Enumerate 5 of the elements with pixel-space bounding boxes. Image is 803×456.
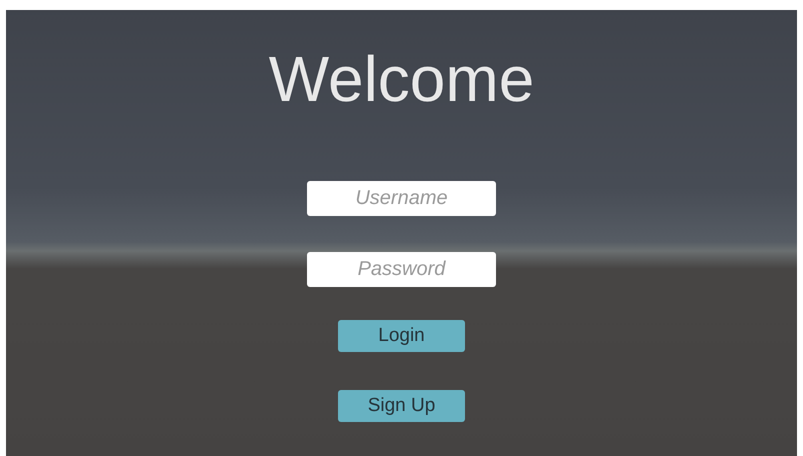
username-field[interactable]: Username	[307, 181, 496, 216]
password-field[interactable]: Password	[307, 252, 496, 287]
login-button[interactable]: Login	[338, 320, 465, 352]
welcome-title: Welcome	[268, 42, 534, 117]
sign-up-button[interactable]: Sign Up	[338, 390, 465, 422]
